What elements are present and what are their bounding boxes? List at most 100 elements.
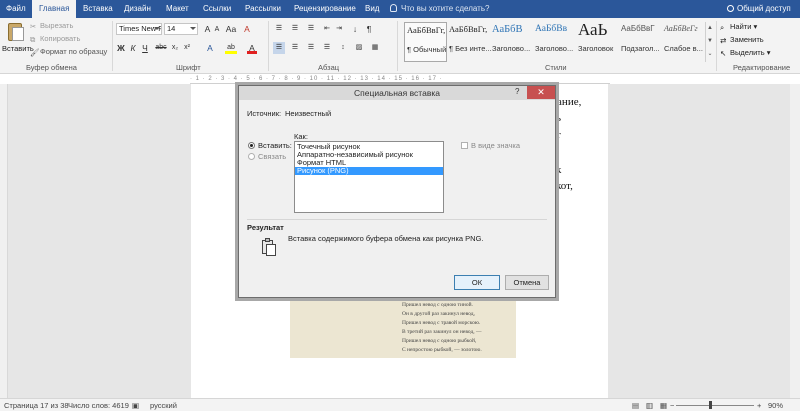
subscript-button[interactable]: x₂ [170, 42, 180, 54]
link-radio[interactable] [248, 153, 255, 160]
proofing-icon[interactable]: ▣ [132, 400, 142, 411]
cancel-button[interactable]: Отмена [505, 275, 549, 290]
styles-gallery-scroll[interactable]: ▲ ▼ ⌄ [705, 22, 714, 62]
zoom-level[interactable]: 90% [768, 400, 783, 411]
link-radio-label[interactable]: Связать [258, 152, 286, 161]
web-layout-icon[interactable]: ▦ [660, 400, 667, 411]
help-icon[interactable]: ? [515, 87, 519, 96]
style-subtitle[interactable]: АаБбВвГ Подзагол... [619, 22, 662, 62]
dialog-title-bar[interactable]: Специальная вставка [239, 86, 555, 100]
tab-home[interactable]: Главная [32, 0, 77, 18]
tab-design[interactable]: Дизайн [124, 0, 151, 18]
picture-text: С непростою рыбкой, — золотою. [402, 347, 482, 353]
result-description: Вставка содержимого буфера обмена как ри… [288, 234, 484, 243]
italic-button[interactable]: К [128, 42, 138, 54]
read-mode-icon[interactable]: ▤ [632, 400, 639, 411]
tab-layout[interactable]: Макет [166, 0, 189, 18]
vertical-scrollbar[interactable] [790, 84, 800, 398]
tab-mailings[interactable]: Рассылки [245, 0, 281, 18]
tab-insert[interactable]: Вставка [83, 0, 113, 18]
chevron-down-icon[interactable]: ▼ [706, 35, 714, 48]
underline-button[interactable]: Ч [140, 42, 150, 54]
sort-button[interactable]: ↓ [350, 23, 360, 35]
close-button[interactable]: ✕ [527, 86, 555, 99]
display-as-icon-label[interactable]: В виде значка [471, 141, 520, 150]
zoom-in-button[interactable]: + [757, 400, 761, 411]
replace-button[interactable]: ⇄ Заменить [720, 35, 764, 45]
paste-radio[interactable] [248, 142, 255, 149]
multilevel-list-button[interactable]: ☰ [305, 23, 317, 35]
cursor-icon: ↖ [720, 49, 727, 58]
line-spacing-button[interactable]: ↕ [337, 42, 349, 54]
tab-view[interactable]: Вид [365, 0, 379, 18]
page-count[interactable]: Страница 17 из 38 [4, 400, 69, 411]
paste-button[interactable]: Вставить [2, 20, 34, 62]
borders-button[interactable]: ▦ [369, 42, 381, 54]
bold-button[interactable]: Ж [116, 42, 126, 54]
style-sample: АаБбВвГг, [407, 25, 446, 35]
copy-button[interactable]: ⧉ Копировать [30, 34, 80, 44]
horizontal-ruler[interactable]: · 1 · 2 · 3 · 4 · 5 · 6 · 7 · 8 · 9 · 10… [190, 74, 610, 84]
ribbon: Вставить ✂ Вырезать ⧉ Копировать 🖌Формат п… [0, 18, 800, 74]
ok-button[interactable]: ОК [454, 275, 500, 290]
strikethrough-button[interactable]: abc [154, 42, 168, 54]
align-center-button[interactable]: ☰ [289, 42, 301, 54]
lightbulb-icon [390, 4, 397, 12]
tab-file[interactable]: Файл [6, 0, 26, 18]
grow-font-button[interactable]: A [203, 23, 212, 35]
find-button[interactable]: ⌕ Найти ▾ [720, 22, 757, 32]
more-styles-icon[interactable]: ⌄ [706, 48, 714, 61]
display-as-icon-checkbox[interactable] [461, 142, 468, 149]
cut-button[interactable]: ✂ Вырезать [30, 21, 73, 31]
shrink-font-button[interactable]: A [213, 24, 221, 36]
chevron-down-icon [154, 27, 160, 30]
style-sample: АаБбВв [535, 24, 568, 34]
style-name: Заголово... [535, 44, 574, 53]
tell-me-box[interactable]: Что вы хотите сделать? [390, 0, 489, 18]
clear-formatting-button[interactable]: A [242, 23, 252, 35]
format-painter-button[interactable]: 🖌Формат по образцу [30, 47, 107, 57]
show-marks-button[interactable]: ¶ [364, 23, 374, 35]
print-layout-icon[interactable]: ▥ [646, 400, 653, 411]
align-left-button[interactable]: ☰ [273, 42, 285, 54]
list-item-selected[interactable]: Рисунок (PNG) [295, 167, 443, 175]
style-title[interactable]: АаЬ Заголовок [576, 20, 619, 62]
shading-button[interactable]: ▨ [353, 42, 365, 54]
font-name-combo[interactable]: Times New F [116, 23, 162, 35]
word-count[interactable]: Число слов: 4619 [68, 400, 129, 411]
style-no-spacing[interactable]: АаБбВвГг, ¶ Без инте... [447, 22, 492, 62]
justify-button[interactable]: ☰ [321, 42, 333, 54]
paragraph-group-label: Абзац [318, 63, 340, 72]
person-icon [727, 5, 734, 12]
share-button[interactable]: Общий доступ [727, 0, 791, 18]
font-size-combo[interactable]: 14 [164, 23, 198, 35]
zoom-slider-thumb[interactable] [709, 401, 713, 409]
text-effects-button[interactable]: A [205, 42, 215, 54]
zoom-out-button[interactable]: − [670, 400, 674, 411]
language-indicator[interactable]: русский [150, 400, 177, 411]
paste-as-list[interactable]: Точечный рисунок Аппаратно-независимый р… [294, 141, 444, 213]
superscript-button[interactable]: x² [182, 42, 192, 54]
tab-references[interactable]: Ссылки [203, 0, 231, 18]
style-subtle-emphasis[interactable]: АаБбВеГг Слабое в... [662, 22, 705, 62]
tab-review[interactable]: Рецензирование [294, 0, 356, 18]
picture-text: Пришел невод с травой морскою. [402, 320, 481, 326]
dialog-title: Специальная вставка [354, 88, 440, 98]
decrease-indent-button[interactable]: ⇤ [322, 23, 332, 35]
style-heading-1[interactable]: АаБбВ Заголово... [490, 22, 533, 62]
paste-radio-label[interactable]: Вставить: [258, 141, 292, 150]
pasted-picture[interactable]: Старуха пряла свою пряжу. Ещё раз он зак… [290, 288, 516, 358]
group-separator [268, 21, 269, 71]
change-case-button[interactable]: Aa [224, 23, 238, 35]
style-normal[interactable]: АаБбВвГг, ¶ Обычный [404, 22, 447, 62]
select-button[interactable]: ↖ Выделить ▾ [720, 48, 770, 58]
zoom-slider[interactable] [676, 405, 754, 406]
highlight-button[interactable]: ab [225, 42, 237, 54]
numbering-button[interactable]: ☰ [289, 23, 301, 35]
font-color-button[interactable]: A [247, 42, 257, 54]
increase-indent-button[interactable]: ⇥ [334, 23, 344, 35]
style-heading-2[interactable]: АаБбВв Заголово... [533, 22, 576, 62]
chevron-up-icon[interactable]: ▲ [706, 22, 714, 35]
bullets-button[interactable]: ☰ [273, 23, 285, 35]
align-right-button[interactable]: ☰ [305, 42, 317, 54]
